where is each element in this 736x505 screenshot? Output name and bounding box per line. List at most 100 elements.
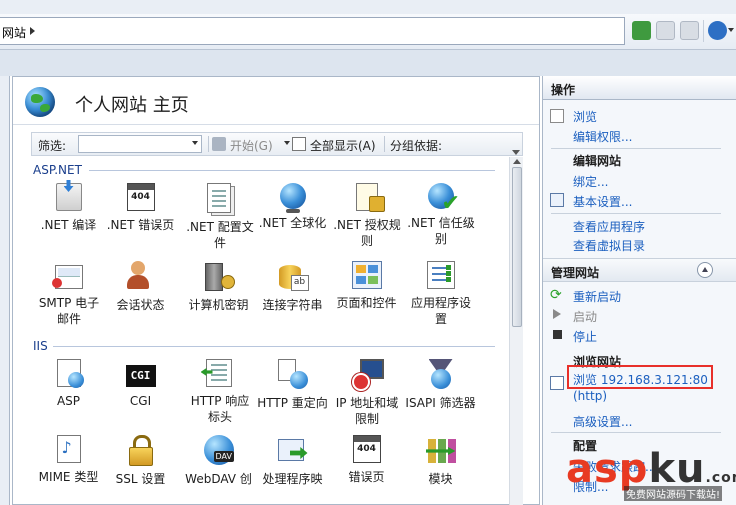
scroll-thumb[interactable]: [512, 167, 522, 327]
refresh-icon[interactable]: [632, 21, 651, 40]
filter-input[interactable]: [78, 135, 202, 153]
stop-link[interactable]: 停止: [573, 328, 597, 345]
feature-label: MIME 类型: [38, 470, 99, 484]
feature-smtp-email[interactable]: SMTP 电子邮件: [31, 261, 106, 327]
feature-net-profile[interactable]: .NET 配置文件: [181, 183, 256, 251]
feature-webdav[interactable]: WebDAV 创: [181, 435, 256, 487]
feature-label: .NET 配置文件: [186, 220, 254, 250]
show-all-icon[interactable]: [292, 137, 306, 151]
feature-label: SMTP 电子邮件: [38, 296, 100, 326]
handler-icon: [277, 435, 308, 465]
isapi-filter-icon: [427, 359, 455, 389]
collapse-icon[interactable]: [697, 262, 713, 278]
actions-pane: 操作 浏览 编辑权限... 编辑网站 绑定... 基本设置... 查看应用程序 …: [542, 76, 736, 505]
feature-net-globalization[interactable]: .NET 全球化: [255, 183, 330, 231]
feature-label: .NET 全球化: [258, 216, 327, 230]
browse-link[interactable]: 浏览: [573, 108, 597, 125]
help-icon[interactable]: [708, 21, 727, 40]
feature-net-compilation[interactable]: .NET 编译: [31, 183, 106, 233]
feature-net-error-pages[interactable]: 404 .NET 错误页: [103, 183, 178, 233]
session-icon: [126, 261, 155, 291]
toolbar-separator: [208, 136, 209, 152]
bindings-link[interactable]: 绑定...: [573, 173, 608, 190]
globalization-icon: [279, 183, 306, 213]
restart-icon: ⟳: [550, 287, 562, 303]
toolbar-separator: [384, 136, 385, 152]
feature-modules[interactable]: 模块: [403, 435, 478, 487]
section-divider: [551, 213, 721, 214]
view-applications-link[interactable]: 查看应用程序: [573, 218, 645, 235]
mime-icon: [56, 435, 81, 463]
breadcrumb-arrow-icon[interactable]: [30, 27, 35, 35]
view-virtual-directories-link[interactable]: 查看虚拟目录: [573, 237, 645, 254]
feature-mime-types[interactable]: MIME 类型: [31, 435, 106, 485]
start-link: 启动: [573, 310, 598, 324]
smtp-icon: [51, 265, 83, 289]
feature-session-state[interactable]: 会话状态: [103, 261, 178, 313]
edit-site-heading: 编辑网站: [573, 154, 622, 168]
connection-string-icon: [278, 261, 309, 291]
restart-link[interactable]: 重新启动: [573, 288, 621, 305]
feature-label: 连接字符串: [262, 298, 323, 312]
actions-title: 操作: [551, 83, 576, 97]
error-pages-icon: 404: [352, 435, 381, 463]
feature-machine-key[interactable]: 计算机密钥: [181, 261, 256, 313]
show-all-button[interactable]: 全部显示(A): [310, 137, 376, 154]
scroll-up-icon[interactable]: [513, 159, 521, 164]
feature-ssl-settings[interactable]: SSL 设置: [103, 435, 178, 487]
features-view: 个人网站 主页 筛选: 开始(G) 全部显示(A) 分组依据: ASP.NET …: [12, 76, 540, 505]
basic-settings-link[interactable]: 基本设置...: [573, 193, 632, 210]
stop-icon[interactable]: [656, 21, 675, 40]
window-top-edge: [0, 0, 736, 14]
feature-label: .NET 授权规则: [333, 218, 401, 248]
feature-asp[interactable]: ASP: [31, 359, 106, 409]
feature-label: 模块: [428, 472, 453, 486]
binoculars-icon[interactable]: [212, 137, 226, 151]
feature-http-redirect[interactable]: HTTP 重定向: [255, 359, 330, 411]
group-divider: [89, 170, 495, 171]
feature-label: 计算机密钥: [188, 298, 249, 312]
ip-restriction-icon: [351, 359, 384, 391]
home-icon[interactable]: [680, 21, 699, 40]
feature-app-settings[interactable]: 应用程序设置: [403, 261, 478, 327]
advanced-settings-link[interactable]: 高级设置...: [573, 413, 632, 430]
redirect-icon: [277, 359, 308, 389]
start-filter-button[interactable]: 开始(G): [230, 137, 273, 154]
feature-pages-controls[interactable]: 页面和控件: [329, 261, 404, 311]
feature-label: HTTP 响应标头: [190, 394, 250, 424]
edit-permissions-link[interactable]: 编辑权限...: [573, 128, 632, 145]
watermark-subtitle: 免费网站源码下载站!: [624, 486, 723, 501]
feature-connection-strings[interactable]: 连接字符串: [255, 261, 330, 313]
help-dropdown-icon[interactable]: [728, 28, 734, 32]
feature-label: .NET 信任级别: [407, 216, 475, 246]
error-page-icon: 404: [126, 183, 155, 211]
page-header: 个人网站 主页: [13, 77, 539, 125]
address-box[interactable]: 网站: [0, 17, 625, 45]
features-scrollbar[interactable]: [509, 157, 523, 505]
app-settings-icon: [426, 261, 455, 289]
feature-http-response-headers[interactable]: HTTP 响应标头: [181, 359, 256, 425]
connections-pane-edge: [0, 76, 10, 505]
feature-cgi[interactable]: CGI CGI: [103, 359, 178, 409]
feature-handler-mappings[interactable]: 处理程序映: [255, 435, 330, 487]
browse-web-icon: [550, 376, 564, 390]
address-text: 网站: [2, 26, 27, 40]
feature-isapi-filters[interactable]: ISAPI 筛选器: [403, 359, 478, 411]
manage-site-header[interactable]: 管理网站: [543, 258, 736, 282]
filterbar-scroll-down-icon[interactable]: [509, 149, 523, 157]
feature-net-trust-levels[interactable]: .NET 信任级别: [403, 183, 478, 247]
cgi-icon: CGI: [125, 365, 156, 387]
filter-dropdown-icon[interactable]: [192, 141, 198, 145]
group-header-aspnet[interactable]: ASP.NET: [33, 163, 82, 177]
feature-net-authorization[interactable]: .NET 授权规则: [329, 183, 404, 249]
group-by-label[interactable]: 分组依据:: [390, 137, 442, 154]
feature-label: WebDAV 创: [185, 472, 252, 486]
feature-error-pages[interactable]: 404 错误页: [329, 435, 404, 485]
browse-protocol[interactable]: (http): [573, 389, 607, 403]
feature-ip-restrictions[interactable]: IP 地址和域限制: [329, 359, 404, 427]
compile-icon: [55, 183, 82, 211]
trust-level-icon: [427, 183, 460, 216]
toolbar-separator: [703, 20, 704, 42]
group-header-iis[interactable]: IIS: [33, 339, 48, 353]
start-dropdown-icon[interactable]: [284, 141, 290, 145]
